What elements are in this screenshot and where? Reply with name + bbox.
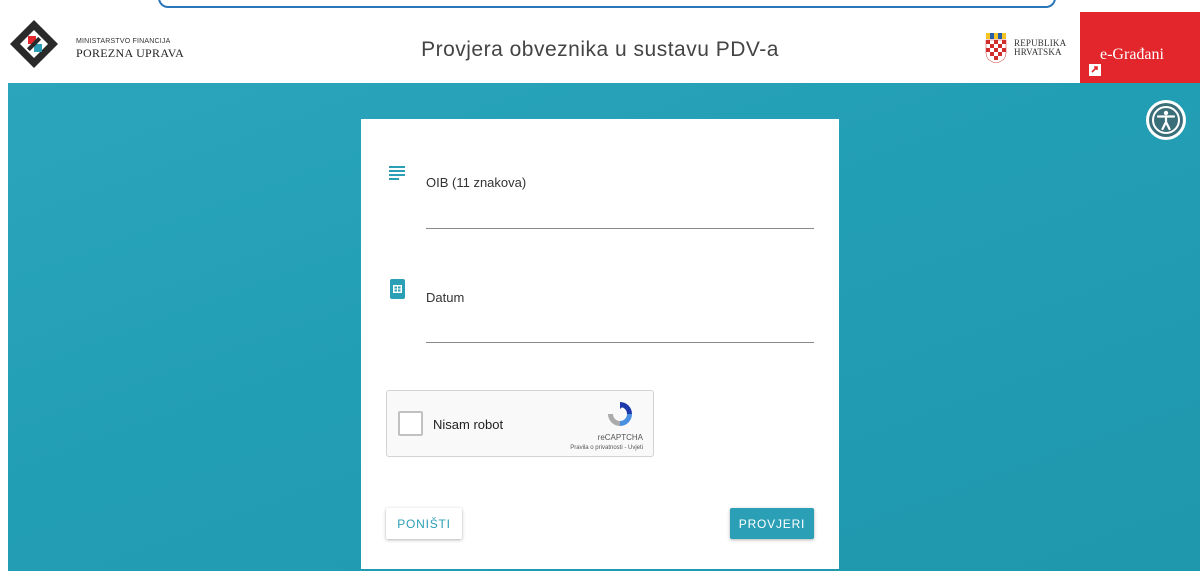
coat-of-arms-icon (985, 33, 1007, 63)
oib-label: OIB (11 znakova) (426, 175, 527, 190)
recaptcha-label: Nisam robot (433, 417, 504, 432)
date-input[interactable] (426, 342, 814, 343)
reset-button[interactable]: PONIŠTI (386, 508, 462, 539)
page-title: Provjera obveznika u sustavu PDV-a (421, 38, 779, 61)
republic-label: REPUBLIKA HRVATSKA (1014, 39, 1066, 57)
agency-label: POREZNA UPRAVA (76, 46, 185, 60)
text-lines-icon (389, 166, 405, 180)
egradani-label: e-Građani (1100, 46, 1164, 63)
accessibility-icon-bg (1149, 103, 1183, 137)
agency-name[interactable]: MINISTARSTVO FINANCIJA POREZNA UPRAVA (76, 37, 184, 60)
check-button[interactable]: PROVJERI (730, 508, 814, 539)
accessibility-button[interactable] (1146, 100, 1186, 140)
left-edge (0, 83, 8, 571)
date-label: Datum (426, 290, 465, 305)
ministry-label: MINISTARSTVO FINANCIJA (76, 38, 171, 45)
egradani-link[interactable]: e-Građani (1080, 12, 1200, 83)
recaptcha-checkbox[interactable] (398, 411, 423, 436)
republic-of-croatia-link[interactable]: REPUBLIKA HRVATSKA (984, 33, 1066, 63)
porezna-uprava-logo[interactable] (8, 18, 60, 70)
recaptcha-widget: Nisam robot reCAPTCHA Pravila o privatno… (386, 390, 654, 457)
republic-line-2: HRVATSKA (1014, 47, 1062, 57)
recaptcha-brand: reCAPTCHA (597, 433, 643, 442)
accessibility-icon (1152, 106, 1180, 134)
calendar-icon (390, 279, 405, 299)
external-link-icon (1089, 64, 1101, 76)
header: MINISTARSTVO FINANCIJA POREZNA UPRAVA Pr… (0, 0, 1200, 83)
recaptcha-logo-icon (608, 402, 632, 426)
header-decorative-arc (158, 0, 1056, 8)
form-card: OIB (11 znakova) Datum Nisam robot reCAP… (361, 119, 839, 569)
recaptcha-links[interactable]: Pravila o privatnosti - Uvjeti (570, 445, 643, 451)
oib-input[interactable] (426, 228, 814, 229)
